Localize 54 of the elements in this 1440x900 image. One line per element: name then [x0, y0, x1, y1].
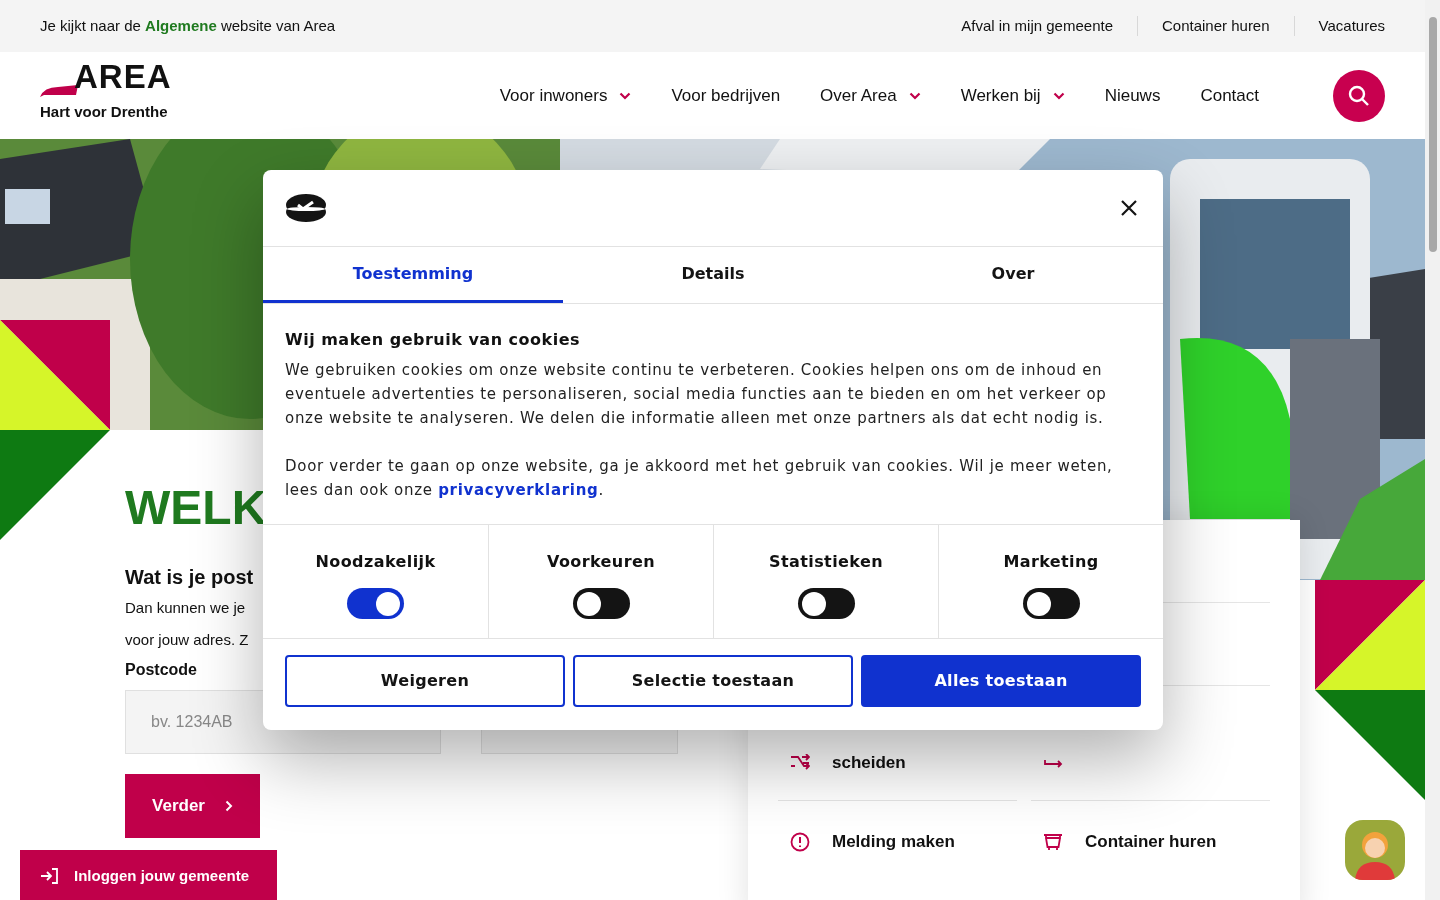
quick-link[interactable]: Container huren	[1031, 800, 1270, 883]
category-label: Marketing	[1003, 551, 1099, 573]
nav-link[interactable]: Over Area	[820, 82, 921, 109]
login-button[interactable]: Inloggen jouw gemeente	[20, 850, 277, 900]
login-icon	[40, 868, 58, 884]
postcode-heading: Wat is je post	[125, 565, 254, 590]
category-toggle[interactable]	[797, 588, 855, 619]
continue-button[interactable]: Verder	[125, 774, 260, 838]
consent-button[interactable]: Weigeren	[285, 655, 565, 707]
postcode-description: voor jouw adres. Z	[125, 630, 249, 650]
category-label: Noodzakelijk	[315, 551, 436, 573]
search-icon	[1348, 84, 1370, 107]
privacy-link[interactable]: privacyverklaring	[438, 481, 599, 499]
support-avatar[interactable]	[1345, 820, 1405, 880]
container-icon	[1043, 832, 1063, 852]
category-toggle[interactable]	[1022, 588, 1080, 619]
dialog-tab[interactable]: Over	[863, 247, 1163, 303]
dialog-tab[interactable]: Details	[563, 247, 863, 303]
top-link[interactable]: Afval in mijn gemeente	[961, 14, 1113, 38]
top-link[interactable]: Container huren	[1162, 14, 1270, 38]
logo-wordmark: AREA	[74, 59, 172, 93]
chevron-right-icon	[224, 800, 233, 812]
category-toggle[interactable]	[572, 588, 630, 619]
consent-text: Door verder te gaan op onze website, ga je akkoord met het gebruik van cookies. Wil je meer weten, lees dan ook onze privacyverklaring.	[285, 456, 1114, 501]
nav-link[interactable]: Nieuws	[1104, 82, 1161, 109]
category-toggle[interactable]	[347, 588, 404, 619]
nav-link[interactable]: Voor inwoners	[499, 82, 632, 109]
postcode-description: Dan kunnen we je	[125, 598, 246, 618]
chevron-down-icon	[619, 91, 632, 100]
category-label: Statistieken	[769, 551, 883, 573]
logo-tagline: Hart voor Drenthe	[40, 101, 169, 122]
consent-button[interactable]: Selectie toestaan	[573, 655, 853, 707]
category-label: Voorkeuren	[547, 551, 655, 573]
nav-link[interactable]: Voor bedrijven	[671, 82, 781, 109]
scrollbar[interactable]	[1425, 0, 1440, 900]
search-button[interactable]	[1333, 69, 1385, 122]
dialog-tab[interactable]: Toestemming	[263, 247, 563, 303]
cookie-logo-icon	[285, 192, 327, 224]
consent-button[interactable]: Alles toestaan	[861, 655, 1141, 707]
dialog-paragraph: We gebruiken cookies om onze website continu te verbeteren. Cookies helpen ons om de inhoud en eventuele advertenties te personaliseren, social media functies aan te bieden en om het verkeer op onze website te analyseren. We delen die informatie alleen met onze partners als dat echt nodig is.	[285, 360, 1108, 429]
postcode-label: Postcode	[125, 660, 197, 680]
chevron-down-icon	[1052, 91, 1065, 100]
swap-arrows-icon	[1043, 758, 1065, 768]
dialog-title: Wij maken gebruik van cookies	[285, 329, 582, 351]
site-notice: Je kijkt naar de Algemene website van Area	[40, 15, 336, 36]
sort-arrows-icon	[790, 754, 810, 772]
chevron-down-icon	[908, 91, 921, 100]
top-link[interactable]: Vacatures	[1318, 14, 1385, 38]
close-icon	[1121, 200, 1137, 216]
nav-link[interactable]: Contact	[1200, 82, 1259, 109]
quick-link[interactable]: Melding maken	[778, 800, 1017, 883]
alert-icon	[790, 832, 810, 852]
welcome-heading: WELK	[125, 484, 267, 532]
nav-link[interactable]: Werken bij	[960, 82, 1065, 109]
